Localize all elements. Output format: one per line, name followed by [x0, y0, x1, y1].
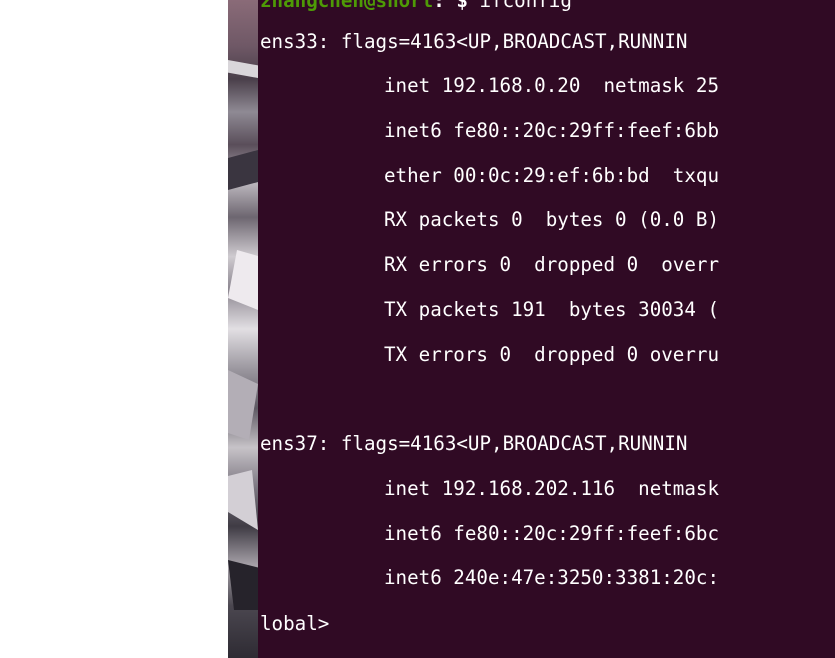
terminal-output-line: TX errors 0 dropped 0 overru	[384, 343, 720, 366]
terminal-output-line: ens37: flags=4163<UP,BROADCAST,RUNNIN	[260, 432, 688, 455]
desktop-blank-area	[0, 0, 228, 658]
screen: zhangchen@short: $ ifconfig ens33: flags…	[0, 0, 835, 658]
terminal-output-line: ens33: flags=4163<UP,BROADCAST,RUNNIN	[260, 30, 688, 53]
terminal-output-line: inet 192.168.202.116 netmask	[384, 477, 720, 500]
terminal-output-line: ether 00:0c:29:ef:6b:bd txqu	[384, 164, 720, 187]
wallpaper-shard	[228, 370, 258, 440]
terminal-output-line: inet6 fe80::20c:29ff:feef:6bb	[384, 119, 720, 142]
terminal-output-line: RX packets 0 bytes 0 (0.0 B)	[384, 208, 720, 231]
prompt-symbol: : $	[433, 0, 480, 12]
wallpaper-shard	[228, 560, 258, 610]
terminal-output-line: TX packets 191 bytes 30034 (	[384, 298, 720, 321]
wallpaper-shard	[228, 250, 258, 310]
terminal-prompt-line: zhangchen@short: $ ifconfig	[260, 0, 572, 15]
wallpaper-shard	[228, 60, 258, 78]
prompt-user-host: zhangchen@short	[260, 0, 434, 12]
wallpaper-shard	[228, 470, 258, 530]
terminal-output-line: inet6 fe80::20c:29ff:feef:6bc	[384, 522, 720, 545]
desktop-wallpaper	[228, 0, 258, 658]
terminal-output-line: lobal>	[260, 612, 330, 635]
terminal-output-line: RX errors 0 dropped 0 overr	[384, 253, 720, 276]
terminal-output-line: inet6 240e:47e:3250:3381:20c:	[384, 566, 720, 589]
prompt-command: ifconfig	[479, 0, 572, 12]
terminal-window[interactable]: zhangchen@short: $ ifconfig ens33: flags…	[258, 0, 835, 658]
terminal-output-line: inet 192.168.0.20 netmask 25	[384, 74, 720, 97]
wallpaper-shard	[228, 150, 258, 190]
